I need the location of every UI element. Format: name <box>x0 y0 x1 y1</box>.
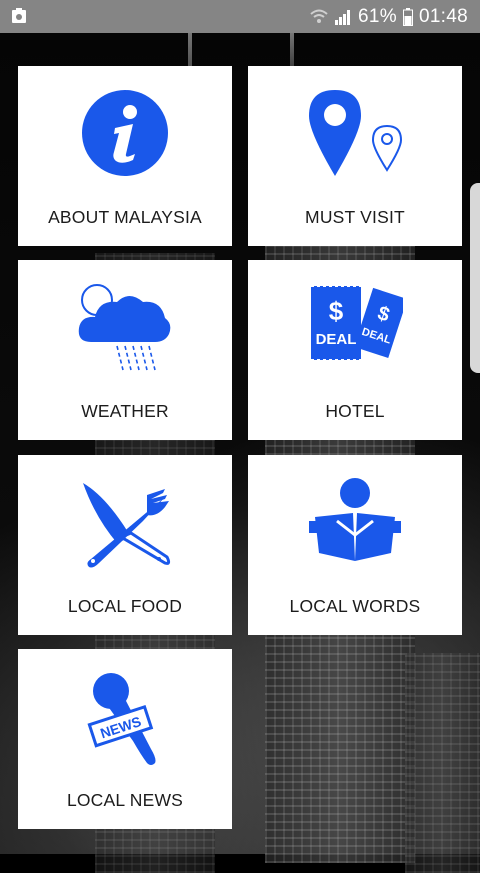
knife-fork-icon <box>83 483 171 568</box>
deal-text-front: DEAL <box>316 331 357 348</box>
tile-label: MUST VISIT <box>305 207 405 227</box>
signal-icon <box>335 10 351 25</box>
tile-about-malaysia[interactable]: ABOUT MALAYSIA <box>18 66 232 246</box>
svg-text:$: $ <box>329 296 344 326</box>
tile-must-visit[interactable]: MUST VISIT <box>248 66 462 246</box>
battery-icon <box>402 8 413 26</box>
notification-icon <box>12 8 26 23</box>
clock: 01:48 <box>418 6 468 27</box>
tile-hotel[interactable]: $ DEAL $ DEAL HOTEL <box>248 260 462 440</box>
map-pin-icon <box>309 90 403 176</box>
tile-label: LOCAL FOOD <box>67 596 183 616</box>
tile-local-food[interactable]: LOCAL FOOD <box>18 455 232 635</box>
tile-label: HOTEL <box>325 401 385 421</box>
edge-panel-handle[interactable] <box>470 183 480 373</box>
tile-label: WEATHER <box>81 401 169 421</box>
tile-local-words[interactable]: LOCAL WORDS <box>248 455 462 635</box>
reading-book-icon <box>309 478 401 561</box>
deal-ticket-icon: $ DEAL $ DEAL <box>311 285 403 361</box>
battery-percent: 61% <box>358 6 397 27</box>
tile-local-news[interactable]: NEWS LOCAL NEWS <box>18 649 232 829</box>
tile-label: LOCAL WORDS <box>289 596 421 616</box>
tile-label: ABOUT MALAYSIA <box>48 207 202 227</box>
rain-cloud-icon <box>78 284 171 371</box>
wifi-icon <box>310 9 328 23</box>
status-bar: 61% 01:48 <box>0 0 480 33</box>
news-microphone-icon: NEWS <box>87 673 156 765</box>
tile-label: LOCAL NEWS <box>66 790 184 810</box>
info-icon <box>82 90 168 176</box>
tower-far-right <box>405 653 480 873</box>
tile-weather[interactable]: WEATHER <box>18 260 232 440</box>
